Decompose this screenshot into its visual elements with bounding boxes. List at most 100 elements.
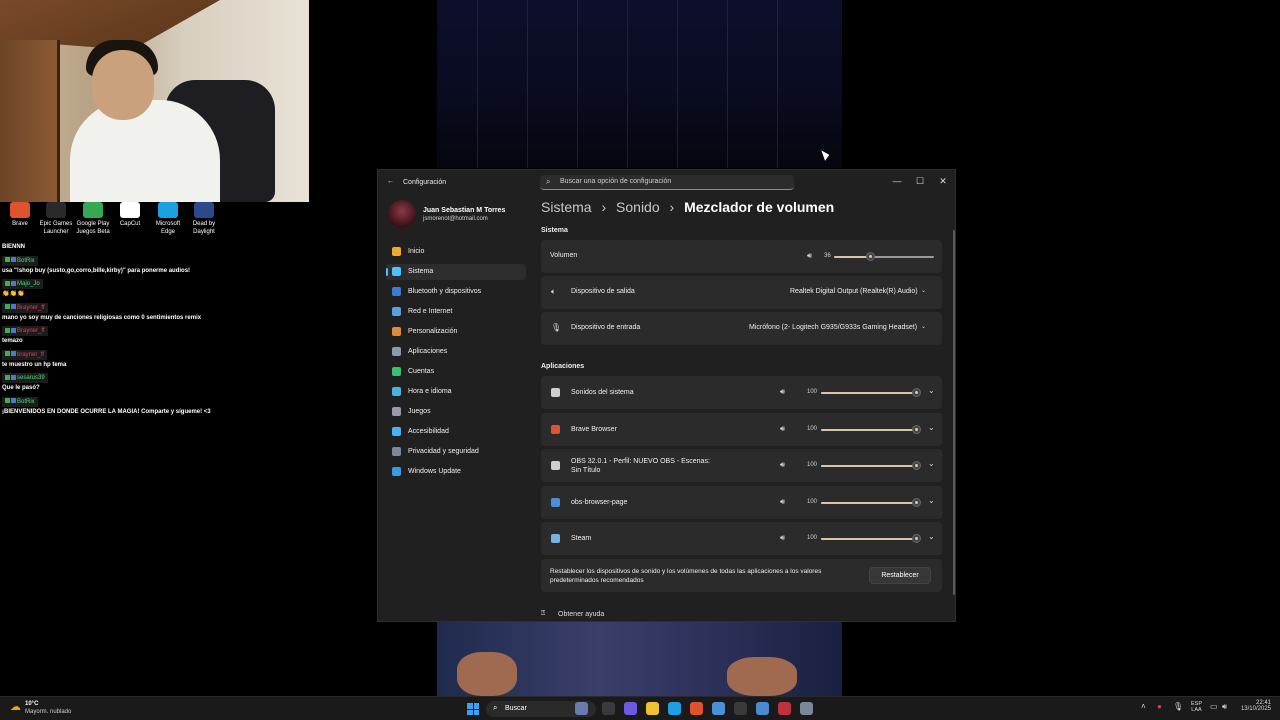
chat-username[interactable]: BotRix [2,396,38,407]
sidebar-item-bluetooth-y-dispositivos[interactable]: Bluetooth y dispositivos [386,284,526,300]
breadcrumb-sistema[interactable]: Sistema [541,199,592,215]
app-volume-thumb[interactable] [912,461,921,470]
chevron-up-icon[interactable]: ˄ [1141,702,1146,711]
chat-username[interactable]: Brayner_ff [2,302,48,313]
app-icon [551,534,560,543]
explorer-icon[interactable] [646,702,659,715]
speaker-icon[interactable]: 🔊︎ [780,387,785,397]
minimize-button[interactable]: — [889,174,905,188]
copilot-icon[interactable] [624,702,637,715]
app-volume-slider[interactable] [821,534,921,543]
speaker-icon: 🔈︎ [551,287,556,296]
app-volume-slider[interactable] [821,461,921,470]
desktop-icon[interactable]: Epic Games Launcher [36,202,76,236]
app-icon [158,202,178,218]
desktop-icon[interactable]: CapCut [110,202,150,228]
speaker-icon[interactable]: 🔊︎ [807,251,812,261]
chevron-down-icon[interactable]: ⌄ [928,459,935,468]
weather-icon: ☁ [10,701,21,713]
chevron-down-icon[interactable]: ⌄ [928,386,935,395]
edge-icon[interactable] [668,702,681,715]
app-volume-thumb[interactable] [912,424,921,434]
sidebar-item-red-e-internet[interactable]: Red e Internet [386,304,526,320]
desktop-icon[interactable]: Google Play Juegos Beta [73,202,113,236]
desktop-icon[interactable]: Brave [0,202,40,228]
close-button[interactable]: ✕ [935,174,951,188]
brave-icon[interactable] [690,702,703,715]
steam-icon[interactable] [756,702,769,715]
speaker-icon[interactable]: 🔊︎ [780,497,785,507]
taskview-icon[interactable] [602,702,615,715]
input-device-dropdown[interactable]: Micrófono (2- Logitech G935/G933s Gaming… [749,324,917,331]
sidebar-item-juegos[interactable]: Juegos [386,404,526,420]
back-arrow-icon[interactable]: ← [387,178,394,185]
app-volume-value: 100 [807,462,818,468]
app-volume-row: Sonidos del sistema 🔊︎ 100 ⌄ [541,376,942,409]
settings-icon[interactable] [800,702,813,715]
master-volume-thumb[interactable] [866,252,875,261]
input-device-card[interactable]: 🎙︎ Dispositivo de entrada Micrófono (2- … [541,312,942,345]
chevron-down-icon[interactable]: ⌄ [928,532,935,541]
chat-message: te muestro un hp tema [2,361,67,368]
clock[interactable]: 22:41 13/10/2025 [1241,700,1271,712]
chat-username-text: brayner_ff [17,351,44,358]
xbox-icon[interactable] [734,702,747,715]
speaker-icon[interactable]: 🔊︎ [780,424,785,434]
app-volume-slider[interactable] [821,497,921,507]
chat-username[interactable]: Majo_Jo [2,279,43,289]
search-input[interactable]: ⌕ Buscar una opción de configuración [540,175,794,190]
desktop-icon[interactable]: Dead by Daylight [184,202,224,236]
scrollbar[interactable] [953,230,955,595]
sidebar-item-inicio[interactable]: Inicio [386,244,526,260]
tray-app-icon[interactable]: ● [1157,702,1162,711]
language-indicator[interactable]: ESP LAA [1191,701,1202,713]
sidebar-item-hora-e-idioma[interactable]: Hora e idioma [386,384,526,400]
chevron-down-icon[interactable]: ⌄ [928,423,935,432]
desktop-icon[interactable]: Microsoft Edge [148,202,188,236]
app-volume-thumb[interactable] [912,388,921,397]
app-volume-slider[interactable] [821,424,921,434]
app-volume-thumb[interactable] [912,534,921,543]
chat-username-text: Majo_Jo [17,281,40,287]
windows-start-icon[interactable] [467,703,479,715]
settings-window: ← Configuración ⌕ Buscar una opción de c… [377,169,956,622]
output-device-card[interactable]: 🔈︎ Dispositivo de salida Realtek Digital… [541,276,942,309]
microphone-icon[interactable]: 🎙︎ [1173,702,1183,711]
desktop-icon-label: Dead by Daylight [192,221,216,235]
chevron-down-icon[interactable]: ⌄ [928,496,935,505]
weather-temp[interactable]: 10°C [25,701,38,707]
network-icon[interactable]: ▭ [1210,702,1218,711]
app-volume-fill [821,501,916,504]
chat-username[interactable]: sesarus39 [2,373,48,383]
sidebar-item-accesibilidad[interactable]: Accesibilidad [386,424,526,440]
avatar[interactable] [388,200,416,228]
sidebar-item-privacidad-y-seguridad[interactable]: Privacidad y seguridad [386,444,526,460]
sidebar-item-windows-update[interactable]: Windows Update [386,464,526,480]
sidebar-item-cuentas[interactable]: Cuentas [386,364,526,380]
maximize-button[interactable]: ☐ [912,174,928,188]
chat-message: usa "!shop buy (susto,go,corro,bille,kir… [2,267,191,274]
speaker-icon[interactable]: 🔊︎ [780,533,785,543]
store-icon[interactable] [712,702,725,715]
app-volume-slider[interactable] [821,388,921,397]
chat-username[interactable]: BotRix [2,255,38,266]
sidebar-item-personalizaci-n[interactable]: Personalización [386,324,526,340]
breadcrumb-sonido[interactable]: Sonido [616,199,660,215]
app-icon [551,424,560,434]
chat-username[interactable]: Brayner_ff [2,326,48,336]
speaker-icon[interactable]: 🔊︎ [1222,702,1227,712]
files-icon[interactable] [575,702,588,715]
reset-button[interactable]: Restablecer [869,567,931,584]
weather-desc[interactable]: Mayorm. nublado [25,709,71,715]
output-device-dropdown[interactable]: Realtek Digital Output (Realtek(R) Audio… [790,288,918,295]
sidebar-item-label: Personalización [408,328,458,335]
help-link[interactable]: Obtener ayuda [558,611,604,618]
app-icon [551,388,560,397]
master-volume-slider[interactable] [834,252,934,261]
chat-username[interactable]: brayner_ff [2,349,47,360]
sidebar-item-sistema[interactable]: Sistema [386,264,526,280]
app-volume-thumb[interactable] [912,497,921,507]
speaker-icon[interactable]: 🔊︎ [780,460,785,470]
obs-icon[interactable] [778,702,791,715]
sidebar-item-aplicaciones[interactable]: Aplicaciones [386,344,526,360]
